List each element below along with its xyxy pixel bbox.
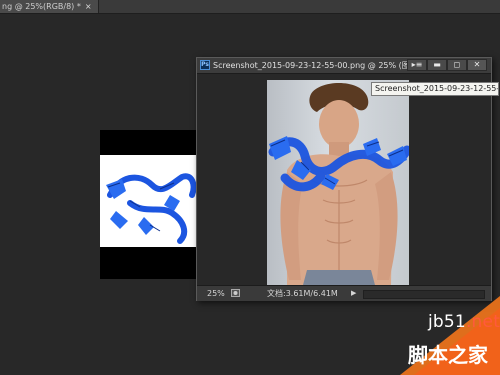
composite-image <box>268 83 409 285</box>
window-titlebar[interactable]: Ps Screenshot_2015-09-23-12-55-00.png @ … <box>197 58 491 74</box>
background-document-image <box>100 155 197 247</box>
status-menu-arrow-icon[interactable]: ▶ <box>351 286 356 301</box>
maximize-button[interactable]: ◻ <box>447 59 467 71</box>
watermark-cn: 脚本之家 <box>408 343 488 367</box>
dragon-image <box>106 173 197 244</box>
tab-close-icon[interactable]: × <box>85 2 92 11</box>
background-document-canvas[interactable] <box>100 130 197 279</box>
photo-canvas[interactable] <box>267 80 409 285</box>
window-title: Screenshot_2015-09-23-12-55-00.png @ 25%… <box>213 61 423 70</box>
photoshop-icon: Ps <box>200 60 210 70</box>
watermark-url-main: jb51 <box>428 312 466 332</box>
zoom-level[interactable]: 25% <box>207 286 225 301</box>
window-menu-button[interactable]: ▸≡ <box>407 59 427 71</box>
status-icon <box>231 289 240 297</box>
close-button[interactable]: ✕ <box>467 59 487 71</box>
document-size: 文档:3.61M/6.41M <box>267 289 338 298</box>
document-tab-label: ng @ 25%(RGB/8) * <box>2 2 81 11</box>
document-canvas-area[interactable] <box>197 74 491 285</box>
minimize-button[interactable]: ▬ <box>427 59 447 71</box>
workspace: ng @ 25%(RGB/8) * × Ps Screenshot_2015-0… <box>0 0 500 375</box>
watermark-url: jb51.net <box>428 312 500 332</box>
document-tab-strip: ng @ 25%(RGB/8) * × <box>0 0 500 14</box>
document-tab[interactable]: ng @ 25%(RGB/8) * × <box>0 0 99 13</box>
filename-tooltip: Screenshot_2015-09-23-12-55-00.pn <box>371 82 499 96</box>
watermark-url-tld: .net <box>465 312 500 332</box>
